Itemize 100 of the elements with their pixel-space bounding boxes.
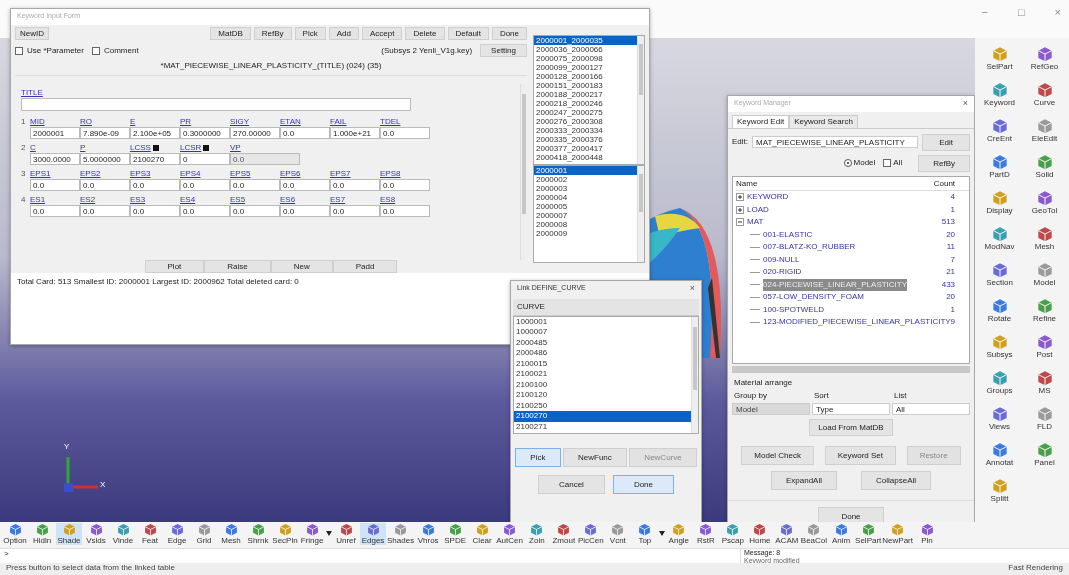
field-label[interactable]: ES5 [230, 194, 246, 205]
tree-item[interactable]: MAT [747, 216, 764, 229]
input-field[interactable]: 0.0 [30, 178, 80, 191]
new-id-button[interactable]: NewID [15, 27, 49, 40]
input-field[interactable]: 0.0 [230, 204, 280, 217]
plus-icon[interactable] [736, 205, 744, 214]
list-item[interactable]: 2000009 [534, 229, 637, 238]
toolbar-button[interactable]: Pscap [719, 523, 746, 545]
toolbar-button[interactable]: Post [1022, 328, 1067, 364]
toolbar-button[interactable]: Add [328, 27, 359, 40]
toolbar-button[interactable]: Groups [977, 364, 1022, 400]
toolbar-button[interactable]: ModNav [977, 220, 1022, 256]
field-label[interactable]: ES8 [380, 194, 396, 205]
toolbar-button[interactable]: SecPln [272, 523, 298, 545]
toolbar-button[interactable]: Edge [164, 523, 190, 545]
toolbar-button[interactable]: GeoTol [1022, 184, 1067, 220]
field-label[interactable]: EPS3 [130, 168, 151, 179]
list-item[interactable]: 2000008 [534, 220, 637, 229]
toolbar-button[interactable]: Rotate [977, 292, 1022, 328]
tab[interactable]: Keyword Edit [732, 115, 790, 128]
form-button[interactable]: Padd [332, 260, 398, 273]
toolbar-button[interactable]: Home [746, 523, 773, 545]
field-label[interactable]: ETAN [280, 116, 301, 127]
dialog-button[interactable]: NewFunc [562, 447, 628, 467]
link-marker-icon[interactable] [152, 144, 159, 151]
field-label[interactable]: C [30, 142, 36, 153]
toolbar-button[interactable]: EleEdit [1022, 112, 1067, 148]
manager-button[interactable]: Keyword Set [824, 445, 896, 465]
list-item[interactable]: 2100250 [514, 400, 691, 412]
list-item[interactable]: 2000151_2000183 [534, 81, 637, 90]
field-label[interactable]: LCSR [180, 142, 202, 153]
list-item[interactable]: 2000418_2000448 [534, 153, 637, 162]
dialog-button[interactable]: Cancel [538, 474, 605, 494]
toolbar-button[interactable]: Pln [914, 523, 940, 545]
toolbar-button[interactable]: Top [631, 523, 658, 545]
field-label[interactable]: EPS5 [230, 168, 251, 179]
toolbar-button[interactable]: Keyword [977, 76, 1022, 112]
tree-item[interactable]: 100-SPOTWELD [763, 303, 824, 317]
toolbar-button[interactable]: CreEnt [977, 112, 1022, 148]
toolbar-button[interactable]: ACAM [773, 523, 800, 545]
close-button[interactable]: × [962, 99, 968, 109]
dropdown-field[interactable]: Type [812, 402, 890, 415]
toolbar-button[interactable]: Vslds [83, 523, 109, 545]
list-item[interactable]: 2000486 [514, 348, 691, 359]
form-button[interactable]: New [270, 260, 333, 273]
list-item[interactable]: 2000001 [534, 166, 637, 175]
field-label[interactable]: ES7 [330, 194, 346, 205]
setting-button[interactable]: Setting [480, 44, 527, 57]
list-item[interactable]: 2000007 [534, 211, 637, 220]
tree-item[interactable]: 123-MODIFIED_PIECEWISE_LINEAR_PLASTICITY [763, 316, 951, 329]
scrollbar[interactable] [732, 365, 970, 373]
list-item[interactable]: 2100270 [514, 411, 691, 422]
toolbar-button[interactable]: Angle [665, 523, 692, 545]
field-label[interactable]: EPS4 [180, 168, 201, 179]
input-field[interactable]: 0.0 [380, 126, 430, 139]
field-label[interactable]: VP [230, 142, 241, 153]
list-item[interactable]: 1000001 [514, 316, 691, 328]
field-label[interactable]: EPS6 [280, 168, 301, 179]
command-prompt[interactable]: > [4, 549, 9, 558]
toolbar-button[interactable]: SelPart [855, 523, 882, 545]
toolbar-button[interactable]: Mesh [1022, 220, 1067, 256]
input-field[interactable]: 0.0 [180, 178, 230, 191]
toolbar-button[interactable]: BeaCol [800, 523, 828, 545]
input-field[interactable]: 0.0 [280, 204, 330, 217]
radio-button[interactable] [843, 159, 852, 168]
tree-item[interactable]: LOAD [747, 203, 769, 217]
input-field[interactable]: 0.0 [130, 178, 180, 191]
field-label[interactable]: EPS1 [30, 168, 51, 179]
dropdown-field[interactable]: All [892, 402, 970, 415]
list-item[interactable]: 2000247_2000275 [534, 108, 637, 117]
toolbar-button[interactable]: Unref [333, 523, 359, 545]
toolbar-button[interactable]: Solid [1022, 148, 1067, 184]
scrollbar[interactable] [691, 316, 698, 433]
input-field[interactable]: 0.0 [330, 204, 380, 217]
input-field[interactable]: 0.0 [80, 178, 130, 191]
field-label[interactable]: P [80, 142, 86, 153]
list-item[interactable]: 2000075_2000098 [534, 54, 637, 63]
field-label[interactable]: TDEL [380, 116, 401, 127]
list-item[interactable]: 2000003 [534, 184, 637, 193]
checkbox[interactable] [91, 46, 100, 55]
input-field[interactable]: 0.0 [280, 126, 330, 139]
manager-button[interactable]: ExpandAll [770, 470, 837, 490]
tab[interactable]: Keyword Search [789, 115, 858, 128]
input-field[interactable]: 1.000e+21 [330, 126, 380, 139]
toolbar-button[interactable]: Annotat [977, 436, 1022, 472]
field-label[interactable]: PR [180, 116, 192, 127]
toolbar-button[interactable]: Option [2, 523, 28, 545]
field-label[interactable]: LCSS [130, 142, 151, 153]
toolbar-button[interactable]: PicCen [577, 523, 604, 545]
field-label[interactable]: ES3 [130, 194, 146, 205]
input-field[interactable]: 270.00000 [230, 126, 280, 139]
dropdown-field[interactable]: MAT_PIECEWISE_LINEAR_PLASTICITY [752, 136, 919, 149]
input-field[interactable]: 0.0 [180, 204, 230, 217]
manager-button[interactable]: Model Check [741, 445, 814, 465]
load-button[interactable]: Load From MatDB [809, 418, 893, 436]
input-field[interactable]: 0.3000000 [180, 126, 230, 139]
toolbar-button[interactable]: Mesh [218, 523, 244, 545]
toolbar-button[interactable]: Subsys [977, 328, 1022, 364]
input-field[interactable]: 0.0 [230, 178, 280, 191]
input-field[interactable]: 2100270 [130, 152, 180, 165]
